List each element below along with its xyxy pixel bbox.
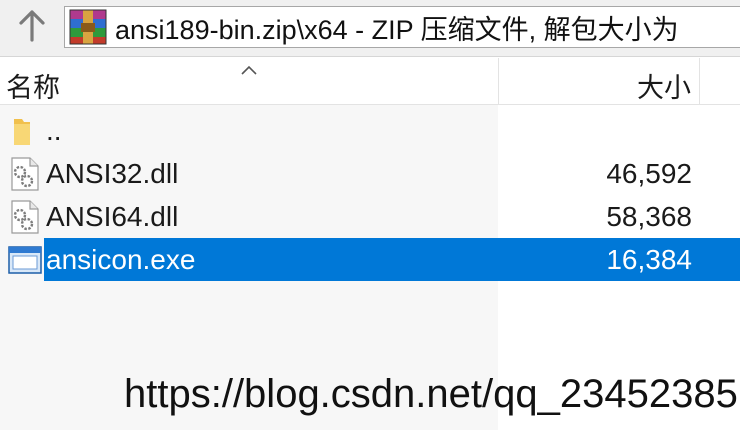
watermark-url: https://blog.csdn.net/qq_23452385 — [124, 372, 738, 416]
file-name: .. — [46, 115, 62, 146]
list-item-parent[interactable]: .. — [0, 109, 740, 152]
list-item-ansi32[interactable]: ANSI32.dll 46,592 — [0, 152, 740, 195]
column-name-header[interactable]: 名称 — [0, 58, 499, 104]
address-bar[interactable]: ansi189-bin.zip\x64 - ZIP 压缩文件, 解包大小为 — [64, 6, 740, 48]
file-name: ansicon.exe — [46, 244, 196, 275]
file-size: 58,368 — [606, 201, 692, 232]
toolbar: ansi189-bin.zip\x64 - ZIP 压缩文件, 解包大小为 — [0, 0, 740, 57]
file-size: 16,384 — [606, 244, 692, 275]
exe-window-icon — [8, 246, 42, 274]
dll-gear-icon — [11, 157, 39, 191]
column-name-label: 名称 — [6, 73, 60, 103]
sort-ascending-icon — [241, 65, 257, 75]
up-arrow-icon — [19, 10, 45, 42]
column-header: 名称 大小 — [0, 58, 740, 105]
file-name: ANSI64.dll — [46, 201, 179, 232]
list-item-ansicon[interactable]: ansicon.exe 16,384 — [0, 238, 740, 281]
winrar-archive-icon — [69, 9, 107, 45]
column-size-header[interactable]: 大小 — [499, 58, 700, 104]
file-size: 46,592 — [606, 158, 692, 189]
address-path: ansi189-bin.zip\x64 - ZIP 压缩文件, 解包大小为 — [115, 14, 679, 45]
file-name: ANSI32.dll — [46, 158, 179, 189]
dll-gear-icon — [11, 200, 39, 234]
up-button[interactable] — [4, 4, 60, 48]
column-size-label: 大小 — [637, 73, 691, 103]
list-item-ansi64[interactable]: ANSI64.dll 58,368 — [0, 195, 740, 238]
folder-icon — [14, 119, 30, 145]
